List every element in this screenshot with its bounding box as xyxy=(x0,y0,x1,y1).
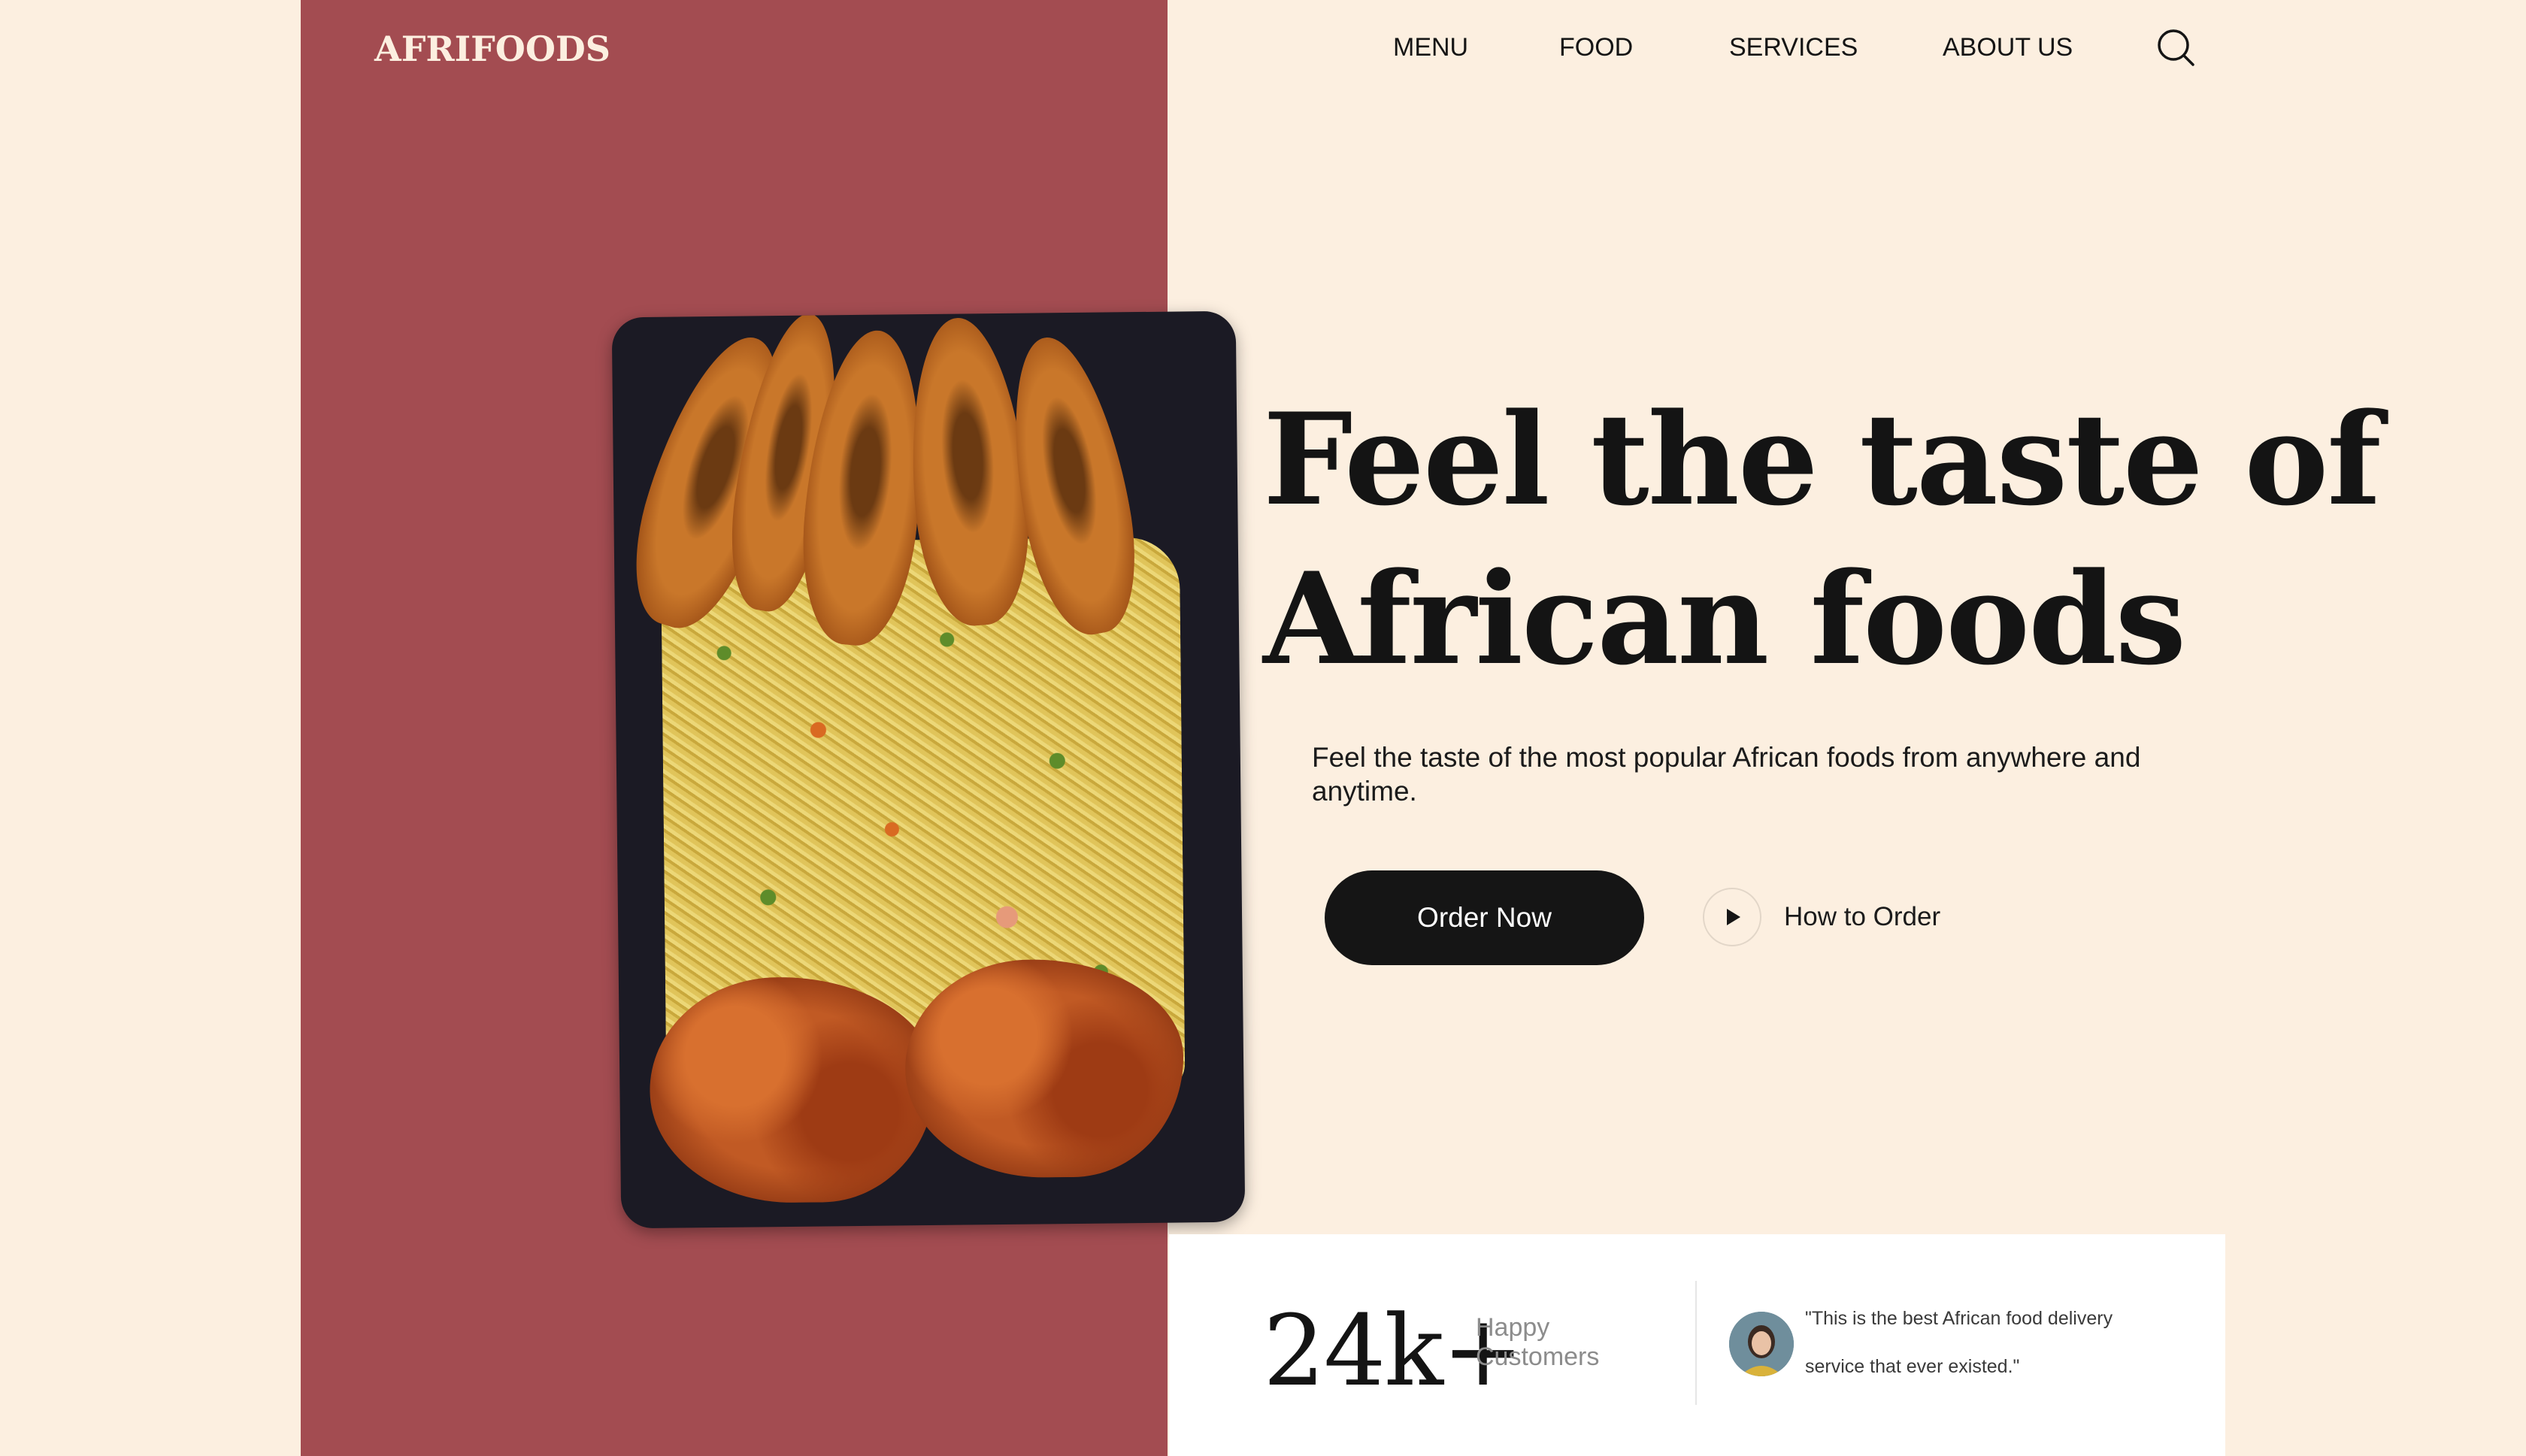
customer-count-label: Happy Customers xyxy=(1476,1313,1626,1372)
search-icon[interactable] xyxy=(2155,27,2197,69)
hero-subtext: Feel the taste of the most popular Afric… xyxy=(1312,742,2141,807)
black-plate xyxy=(611,310,1246,1229)
headline-line-2: African foods xyxy=(1263,544,2186,693)
hero-headline: Feel the taste of African foods xyxy=(1263,380,2391,698)
food-plate-image xyxy=(611,310,1246,1229)
divider xyxy=(1695,1281,1697,1405)
nav-item-services[interactable]: SERVICES xyxy=(1729,33,1858,62)
headline-line-1: Feel the taste of xyxy=(1263,385,2382,534)
stat-label-line-2: Customers xyxy=(1476,1342,1600,1371)
stat-label-line-1: Happy xyxy=(1476,1313,1550,1342)
fried-chicken xyxy=(648,975,937,1204)
how-to-order-button[interactable]: How to Order xyxy=(1703,887,1940,947)
how-to-order-label: How to Order xyxy=(1784,902,1941,931)
main-nav: MENU FOOD SERVICES ABOUT US xyxy=(0,33,2526,78)
landing-page: AFRIFOODS MENU FOOD SERVICES ABOUT US Fe… xyxy=(0,0,2526,1456)
fried-chicken xyxy=(904,958,1185,1179)
play-icon[interactable] xyxy=(1703,888,1761,946)
nav-item-menu[interactable]: MENU xyxy=(1393,33,1468,62)
nav-item-about-us[interactable]: ABOUT US xyxy=(1943,33,2073,62)
stats-card: 24k+ Happy Customers "This is the best A… xyxy=(1169,1234,2225,1456)
avatar xyxy=(1729,1312,1794,1376)
testimonial-quote: "This is the best African food delivery … xyxy=(1805,1308,2113,1377)
nav-item-food[interactable]: FOOD xyxy=(1559,33,1633,62)
order-now-button[interactable]: Order Now xyxy=(1325,870,1644,965)
